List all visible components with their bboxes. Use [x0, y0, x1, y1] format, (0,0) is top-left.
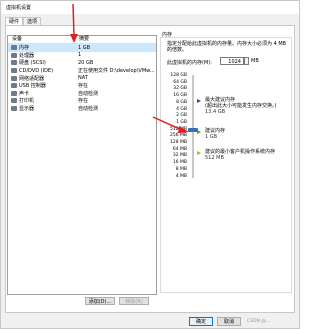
device-row-monitor[interactable]: 显示器 自动检测 [8, 105, 156, 113]
device-list-header: 设备 摘要 [8, 36, 156, 44]
remove-device-button[interactable]: 移除(R) [119, 297, 149, 305]
device-name: 声卡 [19, 90, 30, 97]
network-icon [11, 75, 17, 81]
max-recommended-marker [197, 99, 201, 103]
settings-window: 虚拟机设置 硬件 选项 设备 摘要 内存 1 GB 处理器 1 硬盘 (SCSI… [0, 0, 300, 329]
sound-icon [11, 90, 17, 96]
device-row-memory[interactable]: 内存 1 GB [8, 44, 156, 52]
device-row-cd[interactable]: CD/DVD (IDE) 正在使用文件 D:\develop\VMw... [8, 67, 156, 75]
device-summary: 自动检测 [78, 90, 99, 97]
scale-tick: 4 GB [176, 106, 187, 112]
legend-min-recommended: 建议的最小客户机操作系统内存 512 MB [205, 149, 293, 161]
device-buttons: 添加(D)... 移除(R) [85, 297, 149, 305]
usb-icon [11, 83, 17, 89]
device-name: USB 控制器 [19, 83, 46, 90]
device-name: 打印机 [19, 98, 35, 105]
legend-recommended: 建议内存 1 GB [205, 128, 293, 140]
legend-value: 1 GB [205, 134, 218, 140]
recommended-marker [197, 130, 201, 134]
add-device-button[interactable]: 添加(D)... [85, 297, 115, 305]
device-name: 显示器 [19, 106, 35, 113]
device-summary: 20 GB [78, 59, 94, 66]
tab-hardware[interactable]: 硬件 [5, 17, 24, 25]
memory-description: 指定分配给此虚拟机的内存量。内存大小必须为 4 MB 的倍数。 [167, 41, 287, 53]
device-name: CD/DVD (IDE) [19, 67, 54, 74]
device-name: 内存 [19, 45, 30, 52]
cd-icon [11, 68, 17, 74]
device-row-network[interactable]: 网络适配器 NAT [8, 74, 156, 82]
device-list: 设备 摘要 内存 1 GB 处理器 1 硬盘 (SCSI) 20 GB CD/D… [7, 35, 157, 295]
scale-tick: 4 MB [175, 173, 187, 179]
ok-button[interactable]: 确定 [189, 317, 213, 326]
device-summary: 1 [78, 52, 82, 59]
memory-field-label: 此虚拟机的内存(M): [167, 60, 212, 66]
legend-value: 512 MB [205, 155, 224, 161]
device-summary: 自动检测 [78, 106, 99, 113]
annotation-arrow-down [70, 3, 78, 43]
cancel-button[interactable]: 取消 [217, 317, 241, 326]
device-summary: NAT [78, 75, 88, 82]
scale-tick: 32 GB [173, 86, 187, 92]
memory-icon [11, 45, 17, 51]
disk-icon [11, 60, 17, 66]
scale-tick: 16 MB [172, 160, 187, 166]
tab-strip: 硬件 选项 [5, 17, 42, 25]
device-row-cpu[interactable]: 处理器 1 [8, 52, 156, 60]
monitor-icon [11, 106, 17, 112]
scale-tick: 128 GB [170, 73, 187, 78]
device-summary: 正在使用文件 D:\develop\VMw... [78, 68, 155, 75]
device-row-usb[interactable]: USB 控制器 存在 [8, 82, 156, 90]
device-name: 处理器 [19, 52, 35, 59]
memory-slider-track[interactable] [192, 75, 194, 178]
device-summary: 1 GB [78, 44, 91, 51]
printer-icon [11, 98, 17, 104]
title-bar: 虚拟机设置 [1, 1, 299, 14]
window-title: 虚拟机设置 [6, 5, 32, 11]
scale-tick: 32 MB [172, 153, 187, 159]
scale-tick: 8 GB [176, 99, 187, 105]
device-row-printer[interactable]: 打印机 存在 [8, 97, 156, 105]
memory-spinner[interactable] [244, 57, 249, 65]
scale-tick: 64 GB [173, 79, 187, 85]
device-row-disk[interactable]: 硬盘 (SCSI) 20 GB [8, 59, 156, 67]
memory-unit: MB [251, 58, 259, 64]
device-name: 网络适配器 [19, 75, 45, 82]
device-name: 硬盘 (SCSI) [19, 60, 46, 67]
scale-tick: 16 GB [173, 93, 187, 99]
device-row-sound[interactable]: 声卡 自动检测 [8, 90, 156, 98]
legend-value: 13.4 GB [205, 109, 226, 115]
scale-tick: 64 MB [172, 146, 187, 152]
device-summary: 存在 [78, 98, 89, 105]
device-summary: 存在 [78, 83, 89, 90]
tab-options[interactable]: 选项 [23, 17, 42, 25]
legend-max-recommended: 最大建议内存 (超出此大小可能发生内存交换。) 13.4 GB [205, 97, 293, 115]
cpu-icon [11, 52, 17, 58]
memory-input[interactable]: 1024 [220, 57, 244, 65]
scale-tick: 8 MB [175, 166, 187, 172]
annotation-arrow-right [152, 116, 189, 133]
min-recommended-marker [197, 151, 201, 155]
scale-tick: 128 MB [170, 140, 187, 145]
watermark: CSDN @... [247, 319, 271, 324]
